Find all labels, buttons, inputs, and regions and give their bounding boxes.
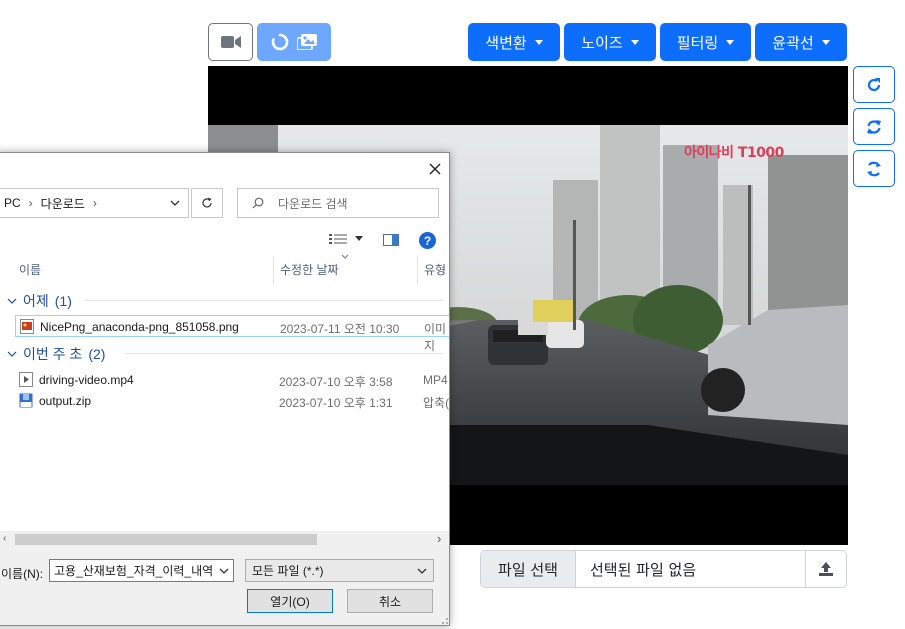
- list-item[interactable]: output.zip 2023-07-10 오후 1:31 압축(: [15, 390, 450, 411]
- file-select-button[interactable]: 파일 선택: [481, 551, 576, 587]
- reload-image-button[interactable]: [257, 23, 331, 61]
- refresh-button[interactable]: [191, 188, 223, 218]
- group-yesterday[interactable]: 어제 (1): [7, 291, 72, 311]
- file-name: NicePng_anaconda-png_851058.png: [40, 320, 239, 334]
- breadcrumb-pc[interactable]: PC: [4, 196, 21, 210]
- file-type: 압축(: [423, 396, 450, 410]
- search-input[interactable]: 다운로드 검색: [237, 188, 439, 218]
- group-divider: [125, 353, 443, 354]
- resize-grip-icon[interactable]: [439, 615, 449, 625]
- file-status-text: 선택된 파일 없음: [590, 560, 697, 579]
- images-icon: [297, 34, 317, 50]
- preview-pane-icon: [383, 234, 399, 246]
- sync-button[interactable]: [853, 150, 895, 187]
- refresh-icon: [867, 119, 881, 134]
- video-file-icon: [19, 372, 33, 387]
- refresh-button[interactable]: [853, 108, 895, 145]
- list-item[interactable]: NicePng_anaconda-png_851058.png 2023-07-…: [15, 315, 449, 353]
- chevron-right-icon: ›: [28, 196, 33, 210]
- group-count: (1): [54, 293, 72, 309]
- noise-dropdown[interactable]: 노이즈: [564, 23, 656, 61]
- chevron-down-icon: [417, 568, 427, 574]
- open-button[interactable]: 열기(O): [247, 589, 333, 613]
- file-open-dialog[interactable]: PC › 다운로드 › 다운로드 검색 ? 이름 수정한 날짜 유형 어제 (1…: [0, 152, 450, 626]
- color-convert-dropdown[interactable]: 색변환: [468, 23, 560, 61]
- column-divider: [417, 256, 418, 284]
- rotate-right-button[interactable]: [853, 66, 895, 103]
- file-date: 2023-07-11 오전 10:30: [280, 322, 400, 336]
- scroll-right-icon[interactable]: ›: [437, 531, 441, 546]
- file-date: 2023-07-10 오후 3:58: [279, 375, 393, 389]
- filetype-select[interactable]: 모든 파일 (*.*): [245, 559, 434, 582]
- cancel-button[interactable]: 취소: [347, 589, 433, 613]
- filename-value: 고용_산재보험_자격_이력_내역: [54, 564, 212, 578]
- contour-dropdown[interactable]: 윤곽선: [755, 23, 847, 61]
- search-placeholder: 다운로드 검색: [278, 196, 348, 211]
- column-divider: [273, 256, 274, 284]
- chevron-down-icon: [7, 351, 17, 357]
- group-early-this-week[interactable]: 이번 주 초 (2): [7, 344, 105, 364]
- address-bar[interactable]: PC › 다운로드 ›: [0, 188, 189, 218]
- column-name[interactable]: 이름: [19, 261, 41, 278]
- search-icon: [252, 197, 264, 209]
- png-file-icon: [20, 319, 34, 334]
- list-item[interactable]: driving-video.mp4 2023-07-10 오후 3:58 MP4: [15, 369, 449, 390]
- chevron-down-icon[interactable]: [170, 196, 180, 210]
- file-type: MP4: [423, 373, 448, 387]
- group-count: (2): [88, 346, 106, 362]
- filename-combobox[interactable]: 고용_산재보험_자격_이력_내역: [49, 559, 234, 582]
- file-name: output.zip: [39, 394, 92, 408]
- file-type: 이미지: [424, 322, 447, 353]
- help-icon: ?: [419, 232, 436, 249]
- scroll-left-icon[interactable]: ‹: [3, 533, 6, 544]
- filtering-dropdown[interactable]: 필터링: [660, 23, 751, 61]
- video-camera-icon: [220, 36, 241, 48]
- upload-icon: [819, 562, 833, 576]
- column-date[interactable]: 수정한 날짜: [280, 261, 339, 278]
- filename-label: 이름(N):: [1, 567, 44, 581]
- filetype-value: 모든 파일 (*.*): [252, 564, 324, 578]
- file-date: 2023-07-10 오후 1:31: [279, 396, 393, 410]
- file-input-group[interactable]: 파일 선택 선택된 파일 없음: [480, 550, 847, 588]
- scrollbar-thumb[interactable]: [15, 534, 317, 545]
- group-title: 어제: [23, 293, 49, 309]
- close-icon[interactable]: [419, 157, 449, 181]
- details-view-icon: [329, 234, 347, 244]
- preview-pane-button[interactable]: [383, 234, 399, 249]
- caret-down-icon: [726, 39, 735, 45]
- rotate-right-icon: [867, 77, 881, 91]
- chevron-down-icon: [7, 298, 17, 304]
- file-name: driving-video.mp4: [39, 373, 134, 387]
- upload-button[interactable]: [805, 551, 846, 587]
- chevron-down-icon: [219, 568, 229, 574]
- zip-file-icon: [19, 393, 33, 408]
- camera-button[interactable]: [208, 23, 253, 61]
- chevron-right-icon: ›: [92, 196, 97, 210]
- svg-text:?: ?: [424, 234, 431, 248]
- caret-down-icon: [534, 39, 543, 45]
- breadcrumb-downloads[interactable]: 다운로드: [41, 195, 85, 212]
- view-options-button[interactable]: [329, 233, 363, 245]
- sort-chevron-icon: [341, 254, 349, 259]
- group-title: 이번 주 초: [23, 346, 83, 362]
- sync-icon: [867, 161, 881, 176]
- dropdown-label: 윤곽선: [772, 33, 814, 52]
- dropdown-label: 필터링: [676, 33, 719, 52]
- caret-down-icon: [821, 39, 830, 45]
- spinner-icon: [271, 33, 289, 51]
- group-divider: [85, 300, 443, 301]
- dropdown-label: 색변환: [485, 33, 527, 52]
- dropdown-label: 노이즈: [581, 33, 623, 52]
- horizontal-scrollbar[interactable]: ‹ ›: [0, 531, 449, 548]
- refresh-icon: [202, 197, 212, 208]
- caret-down-icon: [630, 39, 639, 45]
- caret-down-icon: [355, 236, 363, 241]
- video-watermark: 아이나비 T1000: [684, 145, 784, 161]
- help-button[interactable]: ?: [419, 232, 436, 252]
- column-type[interactable]: 유형: [424, 261, 446, 278]
